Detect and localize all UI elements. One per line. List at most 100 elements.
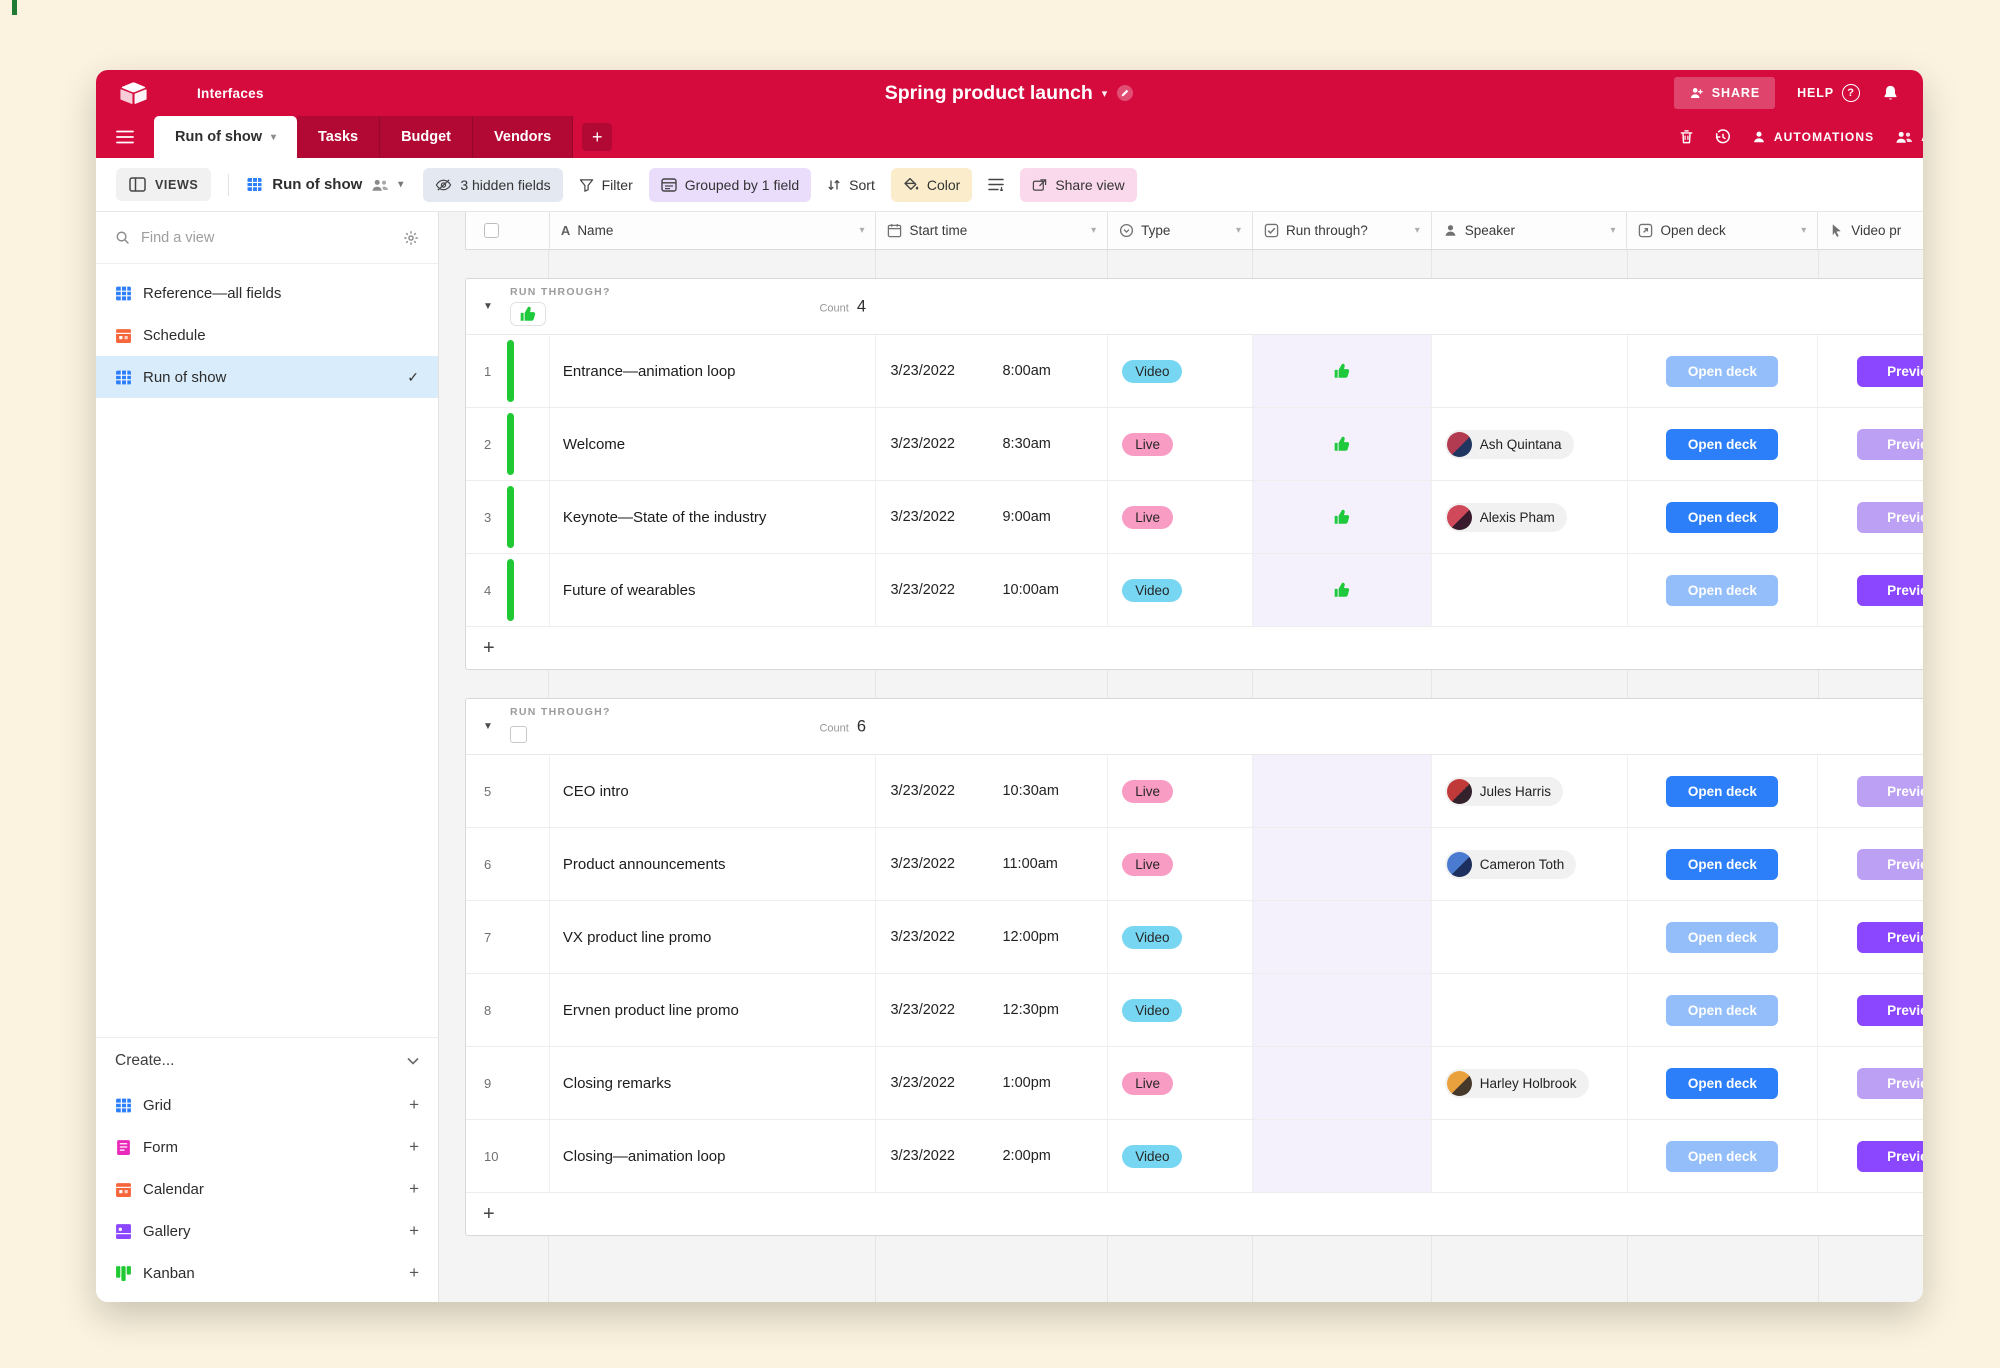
views-toggle-button[interactable]: VIEWS <box>116 168 211 201</box>
name-cell[interactable]: VX product line promo <box>550 901 877 973</box>
open-deck-button[interactable]: Open deck <box>1666 356 1778 387</box>
group-button[interactable]: Grouped by 1 field <box>649 168 811 202</box>
run-through-cell[interactable] <box>1253 901 1432 973</box>
column-header-speaker[interactable]: Speaker▾ <box>1432 212 1628 249</box>
select-all-checkbox[interactable] <box>484 223 499 238</box>
name-cell[interactable]: Entrance—animation loop <box>550 335 877 407</box>
type-cell[interactable]: Video <box>1108 335 1253 407</box>
tab-run-of-show[interactable]: Run of show▾ <box>154 116 297 158</box>
filter-button[interactable]: Filter <box>567 168 645 202</box>
speaker-chip[interactable]: Jules Harris <box>1445 777 1563 806</box>
automations-button[interactable]: AUTOMATIONS <box>1752 130 1874 144</box>
type-cell[interactable]: Video <box>1108 1120 1253 1192</box>
name-cell[interactable]: Keynote—State of the industry <box>550 481 877 553</box>
start-time-cell[interactable]: 3/23/202210:30am <box>876 755 1108 827</box>
row-number-cell[interactable]: 7 <box>466 901 550 973</box>
create-item-gallery[interactable]: Gallery+ <box>96 1210 438 1252</box>
sidebar-view-reference-all-fields[interactable]: Reference—all fields <box>96 272 438 314</box>
name-cell[interactable]: Closing—animation loop <box>550 1120 877 1192</box>
run-through-cell[interactable] <box>1253 408 1432 480</box>
add-view-icon[interactable]: + <box>409 1137 419 1157</box>
row-number-cell[interactable]: 3 <box>466 481 550 553</box>
row-number-cell[interactable]: 10 <box>466 1120 550 1192</box>
create-item-timeline[interactable]: Timeline+ <box>96 1294 438 1302</box>
edit-title-icon[interactable] <box>1116 84 1134 102</box>
row-number-cell[interactable]: 8 <box>466 974 550 1046</box>
add-view-icon[interactable]: + <box>409 1221 419 1241</box>
preview-button[interactable]: Preview <box>1857 429 1923 460</box>
speaker-cell[interactable] <box>1432 335 1628 407</box>
share-view-button[interactable]: Share view <box>1020 168 1136 202</box>
start-time-cell[interactable]: 3/23/202212:30pm <box>876 974 1108 1046</box>
column-header-run-through[interactable]: Run through?▾ <box>1253 212 1432 249</box>
open-deck-button[interactable]: Open deck <box>1666 1068 1778 1099</box>
speaker-chip[interactable]: Cameron Toth <box>1445 850 1577 879</box>
interfaces-label[interactable]: Interfaces <box>197 86 264 101</box>
start-time-cell[interactable]: 3/23/20228:30am <box>876 408 1108 480</box>
add-view-icon[interactable]: + <box>409 1095 419 1115</box>
row-number-cell[interactable]: 1 <box>466 335 550 407</box>
preview-button[interactable]: Preview <box>1857 502 1923 533</box>
speaker-cell[interactable]: Alexis Pham <box>1432 481 1628 553</box>
run-through-cell[interactable] <box>1253 1047 1432 1119</box>
run-through-cell[interactable] <box>1253 481 1432 553</box>
add-row-button[interactable]: + <box>466 1193 1923 1235</box>
preview-button[interactable]: Preview <box>1857 575 1923 606</box>
add-view-icon[interactable]: + <box>409 1263 419 1283</box>
start-time-cell[interactable]: 3/23/20229:00am <box>876 481 1108 553</box>
open-deck-button[interactable]: Open deck <box>1666 849 1778 880</box>
name-cell[interactable]: CEO intro <box>550 755 877 827</box>
tab-vendors[interactable]: Vendors <box>473 116 573 158</box>
color-button[interactable]: Color <box>891 168 972 202</box>
type-cell[interactable]: Live <box>1108 755 1253 827</box>
hidden-fields-button[interactable]: 3 hidden fields <box>423 168 562 202</box>
run-through-cell[interactable] <box>1253 1120 1432 1192</box>
type-cell[interactable]: Live <box>1108 1047 1253 1119</box>
history-icon[interactable] <box>1715 129 1731 145</box>
view-settings-gear-icon[interactable] <box>403 230 419 246</box>
run-through-cell[interactable] <box>1253 554 1432 626</box>
add-view-icon[interactable]: + <box>409 1179 419 1199</box>
speaker-cell[interactable] <box>1432 974 1628 1046</box>
row-number-cell[interactable]: 5 <box>466 755 550 827</box>
row-number-cell[interactable]: 6 <box>466 828 550 900</box>
type-cell[interactable]: Live <box>1108 828 1253 900</box>
open-deck-button[interactable]: Open deck <box>1666 429 1778 460</box>
open-deck-button[interactable]: Open deck <box>1666 575 1778 606</box>
speaker-chip[interactable]: Alexis Pham <box>1445 503 1567 532</box>
notifications-bell-icon[interactable] <box>1882 84 1899 102</box>
column-header-name[interactable]: AName▾ <box>550 212 877 249</box>
name-cell[interactable]: Product announcements <box>550 828 877 900</box>
speaker-cell[interactable] <box>1432 901 1628 973</box>
trash-icon[interactable] <box>1679 129 1694 145</box>
open-deck-button[interactable]: Open deck <box>1666 995 1778 1026</box>
name-cell[interactable]: Future of wearables <box>550 554 877 626</box>
speaker-cell[interactable]: Jules Harris <box>1432 755 1628 827</box>
type-cell[interactable]: Live <box>1108 481 1253 553</box>
row-height-button[interactable] <box>976 169 1016 200</box>
column-header-start-time[interactable]: Start time▾ <box>876 212 1108 249</box>
share-button[interactable]: SHARE <box>1674 77 1775 109</box>
create-item-kanban[interactable]: Kanban+ <box>96 1252 438 1294</box>
name-cell[interactable]: Welcome <box>550 408 877 480</box>
sidebar-view-run-of-show[interactable]: Run of show✓ <box>96 356 438 398</box>
row-number-cell[interactable]: 9 <box>466 1047 550 1119</box>
speaker-cell[interactable]: Cameron Toth <box>1432 828 1628 900</box>
type-cell[interactable]: Video <box>1108 974 1253 1046</box>
speaker-cell[interactable] <box>1432 1120 1628 1192</box>
open-deck-button[interactable]: Open deck <box>1666 922 1778 953</box>
start-time-cell[interactable]: 3/23/202211:00am <box>876 828 1108 900</box>
start-time-cell[interactable]: 3/23/20221:00pm <box>876 1047 1108 1119</box>
type-cell[interactable]: Live <box>1108 408 1253 480</box>
sort-button[interactable]: Sort <box>815 168 887 202</box>
speaker-cell[interactable] <box>1432 554 1628 626</box>
help-button[interactable]: HELP ? <box>1797 84 1860 102</box>
preview-button[interactable]: Preview <box>1857 995 1923 1026</box>
collapse-group-icon[interactable]: ▼ <box>483 721 493 732</box>
preview-button[interactable]: Preview <box>1857 1068 1923 1099</box>
view-search-input[interactable] <box>141 230 392 246</box>
preview-button[interactable]: Preview <box>1857 1141 1923 1172</box>
start-time-cell[interactable]: 3/23/202212:00pm <box>876 901 1108 973</box>
open-deck-button[interactable]: Open deck <box>1666 776 1778 807</box>
collapse-group-icon[interactable]: ▼ <box>483 301 493 312</box>
